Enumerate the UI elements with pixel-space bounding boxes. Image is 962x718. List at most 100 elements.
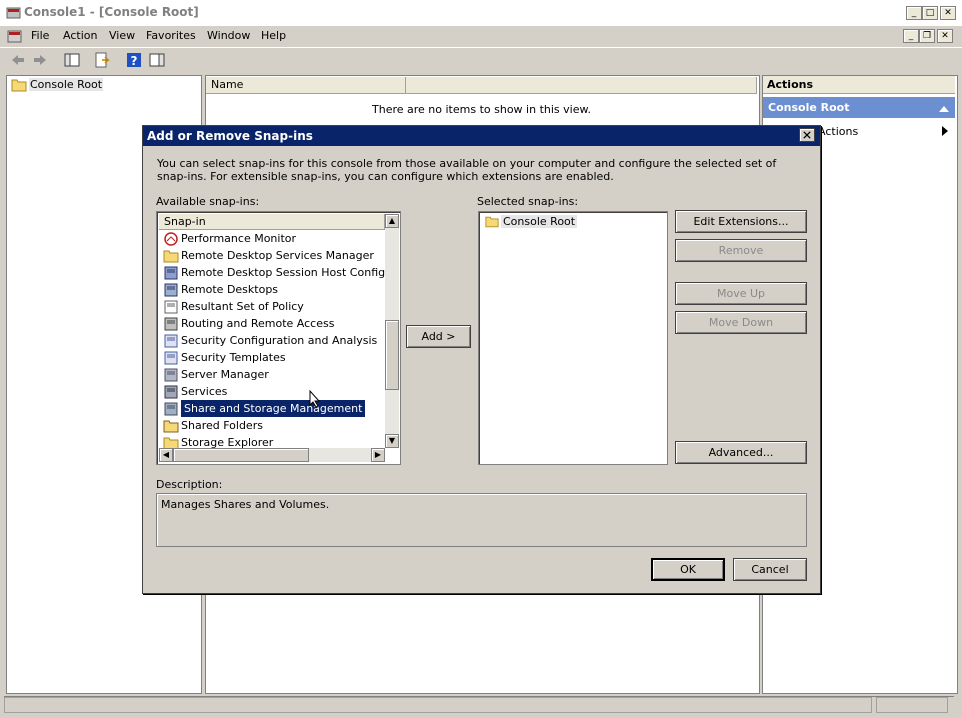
shared-folders-icon: [163, 420, 179, 432]
snapin-list-item-label: Routing and Remote Access: [181, 317, 335, 330]
action-pane-icon: [149, 53, 165, 67]
more-actions-item[interactable]: Actions: [818, 125, 858, 138]
snapin-list-item-label: Share and Storage Management: [181, 400, 366, 417]
snapin-column-header[interactable]: Snap-in: [159, 214, 385, 230]
advanced-button[interactable]: Advanced...: [675, 441, 807, 464]
selected-item-console-root[interactable]: Console Root: [501, 215, 578, 228]
empty-list-message: There are no items to show in this view.: [372, 103, 591, 116]
console-tree-icon: [64, 53, 80, 67]
mdi-close-button[interactable]: ✕: [937, 29, 953, 43]
maximize-button[interactable]: □: [922, 6, 938, 20]
move-up-button[interactable]: Move Up: [675, 282, 807, 305]
show-hide-tree-button[interactable]: [62, 50, 82, 70]
collapse-arrow-icon: [939, 106, 949, 112]
selected-snapins-list[interactable]: Console Root: [478, 211, 668, 465]
scroll-down-button[interactable]: ▼: [385, 434, 399, 448]
tree-item-console-root[interactable]: Console Root: [29, 78, 104, 91]
menu-favorites[interactable]: Favorites: [146, 29, 196, 42]
dialog-title: Add or Remove Snap-ins: [147, 129, 313, 143]
snapin-list-item-label: Remote Desktops: [181, 283, 279, 296]
snapin-list-item-label: Performance Monitor: [181, 232, 297, 245]
minimize-button[interactable]: _: [906, 6, 922, 20]
scroll-thumb[interactable]: [385, 320, 399, 390]
status-bar-panel: [4, 697, 872, 713]
dialog-title-bar: Add or Remove Snap-ins: [143, 126, 820, 146]
column-header-name[interactable]: Name: [206, 77, 406, 94]
forward-arrow-icon: [34, 55, 46, 65]
edit-extensions-button[interactable]: Edit Extensions...: [675, 210, 807, 233]
menu-view[interactable]: View: [109, 29, 135, 42]
available-snapins-list[interactable]: Snap-in Performance Monitor Remote Deskto…: [156, 211, 401, 465]
snapin-list-item[interactable]: Resultant Set of Policy: [159, 298, 385, 315]
snapin-list-item-label: Shared Folders: [181, 419, 263, 432]
mdi-restore-button[interactable]: ❐: [919, 29, 935, 43]
add-button[interactable]: Add >: [406, 325, 471, 348]
menu-file[interactable]: File: [31, 29, 49, 42]
svg-text:?: ?: [131, 54, 138, 68]
mouse-cursor-icon: [309, 390, 321, 408]
snapin-list-item[interactable]: Remote Desktop Session Host Configuratic: [159, 264, 385, 281]
actions-section-console-root[interactable]: Console Root: [763, 97, 955, 118]
cancel-button[interactable]: Cancel: [733, 558, 807, 581]
snapin-list-item[interactable]: Routing and Remote Access: [159, 315, 385, 332]
dialog-intro-text: You can select snap-ins for this console…: [157, 157, 777, 183]
hscroll-thumb[interactable]: [173, 448, 309, 462]
close-window-button[interactable]: ✕: [940, 6, 956, 20]
snapin-list-item[interactable]: Share and Storage Management: [159, 400, 385, 417]
window-title-bar: Console1 - [Console Root] _ □ ✕: [0, 0, 962, 27]
folder-icon: [11, 79, 27, 92]
mmc-app-icon: [6, 7, 21, 19]
snapin-list-item-label: Resultant Set of Policy: [181, 300, 304, 313]
available-snapins-rows: Performance Monitor Remote Desktop Servic…: [157, 230, 385, 450]
snapin-list-item[interactable]: Performance Monitor: [159, 230, 385, 247]
snapin-list-item[interactable]: Server Manager: [159, 366, 385, 383]
back-button[interactable]: [8, 50, 28, 70]
help-icon: ?: [127, 53, 141, 68]
help-button[interactable]: ?: [124, 50, 144, 70]
description-text: Manages Shares and Volumes.: [161, 498, 330, 511]
actions-header: Actions: [763, 76, 955, 94]
actions-section-label: Console Root: [768, 101, 850, 114]
snapin-list-item[interactable]: Remote Desktops: [159, 281, 385, 298]
snapin-list-item[interactable]: Remote Desktop Services Manager: [159, 247, 385, 264]
routing-icon: [164, 317, 178, 330]
snapin-list-item[interactable]: Security Templates: [159, 349, 385, 366]
add-remove-snapins-dialog: Add or Remove Snap-ins You can select sn…: [142, 125, 821, 594]
export-list-button[interactable]: [92, 50, 112, 70]
server-manager-icon: [164, 368, 178, 381]
menu-window[interactable]: Window: [207, 29, 250, 42]
vertical-scrollbar[interactable]: ▲ ▼: [385, 214, 399, 448]
perf-monitor-icon: [164, 231, 178, 246]
policy-icon: [164, 300, 178, 313]
snapin-list-item-label: Services: [181, 385, 228, 398]
mdi-minimize-button[interactable]: _: [903, 29, 919, 43]
snapin-list-item[interactable]: Security Configuration and Analysis: [159, 332, 385, 349]
console-doc-icon: [7, 30, 22, 43]
folder-icon: [163, 250, 179, 262]
remote-desktops-icon: [164, 283, 178, 296]
back-arrow-icon: [12, 55, 24, 65]
dialog-close-button[interactable]: [799, 128, 815, 142]
remove-button[interactable]: Remove: [675, 239, 807, 262]
column-header-blank[interactable]: [406, 77, 757, 94]
window-title: Console1 - [Console Root]: [24, 5, 199, 19]
rdsh-config-icon: [164, 266, 178, 279]
horizontal-scrollbar[interactable]: ◀ ▶: [159, 448, 385, 462]
forward-button[interactable]: [30, 50, 50, 70]
ok-button[interactable]: OK: [651, 558, 725, 581]
menu-bar: [0, 26, 962, 46]
show-hide-action-pane-button[interactable]: [147, 50, 167, 70]
selected-snapins-label: Selected snap-ins:: [477, 195, 579, 208]
toolbar: [0, 47, 962, 74]
move-down-button[interactable]: Move Down: [675, 311, 807, 334]
submenu-arrow-icon: [942, 126, 948, 136]
snapin-list-item-label: Remote Desktop Session Host Configuratic: [181, 266, 385, 279]
snapin-list-item[interactable]: Shared Folders: [159, 417, 385, 434]
snapin-list-item[interactable]: Services: [159, 383, 385, 400]
scroll-right-button[interactable]: ▶: [371, 448, 385, 462]
menu-help[interactable]: Help: [261, 29, 286, 42]
menu-action[interactable]: Action: [63, 29, 97, 42]
scroll-left-button[interactable]: ◀: [159, 448, 173, 462]
security-config-icon: [164, 334, 178, 347]
scroll-up-button[interactable]: ▲: [385, 214, 399, 228]
